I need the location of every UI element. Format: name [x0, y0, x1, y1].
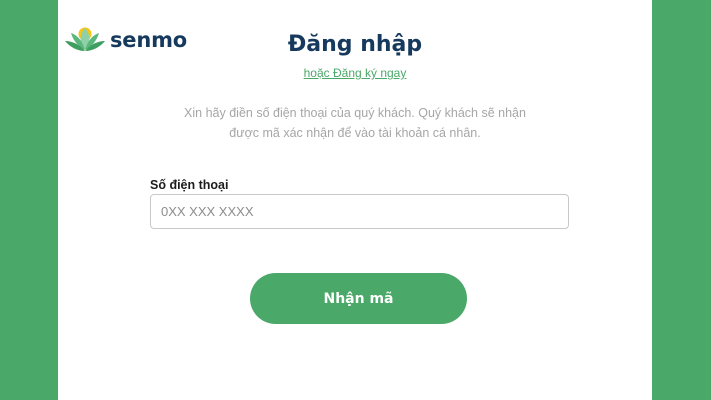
login-panel: senmo Đăng nhập hoặc Đăng ký ngay Xin hã…: [58, 0, 652, 400]
phone-input[interactable]: [150, 194, 569, 229]
instruction-line-2: được mã xác nhận để vào tài khoản cá nhâ…: [229, 126, 481, 140]
page-title: Đăng nhập: [287, 32, 423, 57]
signup-link[interactable]: hoặc Đăng ký ngay: [58, 66, 652, 80]
instruction-text: Xin hãy điền số điện thoại của quý khách…: [155, 103, 555, 143]
phone-label: Số điện thoại: [150, 178, 229, 192]
instruction-line-1: Xin hãy điền số điện thoại của quý khách…: [184, 106, 526, 120]
get-code-button[interactable]: Nhận mã: [250, 273, 467, 324]
